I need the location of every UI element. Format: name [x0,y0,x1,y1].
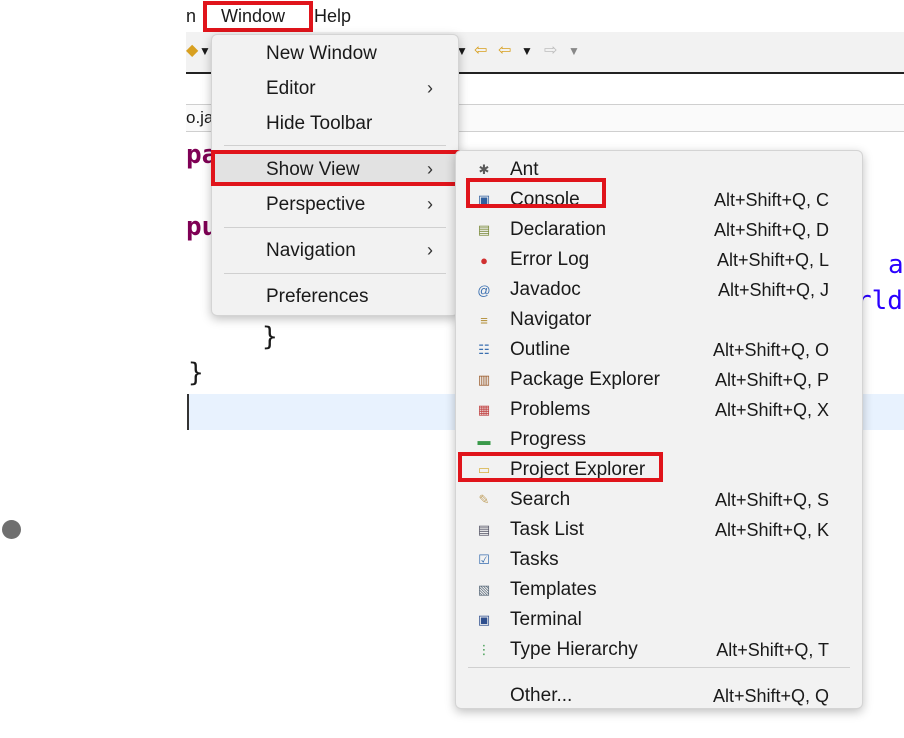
show-view-item[interactable]: ▤ Declaration Alt+Shift+Q, D [456,215,862,245]
show-view-item[interactable]: ▦ Problems Alt+Shift+Q, X [456,395,862,425]
menu-window-prev-partial[interactable]: n [186,6,196,27]
show-view-item-shortcut: Alt+Shift+Q, J [717,280,829,300]
show-view-item[interactable]: Other... Alt+Shift+Q, Q [456,681,862,711]
code-brace: } [188,358,204,388]
show-view-item[interactable]: ⋮ Type Hierarchy Alt+Shift+Q, T [456,635,862,665]
navigator-icon: ≡ [480,312,488,328]
type-hierarchy-icon: ⋮ [477,642,491,657]
show-view-item[interactable]: ▧ Templates [456,575,862,605]
show-view-item-label: Problems [510,399,591,420]
outline-icon: ☷ [478,342,490,357]
show-view-item-label: Package Explorer [510,369,660,390]
show-view-item-label: Declaration [510,219,607,240]
code-fragment: rld [856,286,903,316]
templates-icon: ▧ [477,582,491,597]
code-brace: } [262,322,278,352]
menu-separator [224,145,446,146]
back-icon[interactable]: ⇦ [498,40,511,60]
show-view-item[interactable]: ▥ Package Explorer Alt+Shift+Q, P [456,365,862,395]
menu-item-preferences[interactable]: Preferences [266,286,368,308]
show-view-item[interactable]: ☷ Outline Alt+Shift+Q, O [456,335,862,365]
show-view-item-label: Other... [510,685,573,706]
show-view-item-shortcut: Alt+Shift+Q, S [714,490,829,510]
text-caret [187,394,189,430]
chevron-right-icon: › [427,194,433,214]
forward-icon[interactable]: ⇨ [544,40,557,60]
show-view-item-shortcut: Alt+Shift+Q, D [713,220,829,240]
show-view-item-label: Terminal [510,609,582,630]
highlight-window-menu [203,1,313,32]
dropdown-arrow-icon[interactable]: ▼ [199,44,211,58]
show-view-item-shortcut: Alt+Shift+Q, O [712,340,829,360]
highlight-console [466,178,606,208]
show-view-item[interactable]: ✎ Search Alt+Shift+Q, S [456,485,862,515]
package-explorer-icon: ▥ [477,372,491,387]
show-view-item[interactable]: ▤ Task List Alt+Shift+Q, K [456,515,862,545]
problems-icon: ▦ [477,402,491,417]
show-view-item[interactable]: ▣ Terminal [456,605,862,635]
indicator-dot [2,520,21,539]
tasks-icon: ☑ [478,552,490,567]
show-view-item-shortcut: Alt+Shift+Q, L [716,250,829,270]
menu-item-perspective[interactable]: Perspective [266,194,365,216]
show-view-item-label: Templates [510,579,597,600]
terminal-icon: ▣ [477,612,491,627]
show-view-item-label: Tasks [510,549,559,570]
show-view-item[interactable]: ≡ Navigator [456,305,862,335]
show-view-item-shortcut: Alt+Shift+Q, T [716,640,829,660]
show-view-item-shortcut: Alt+Shift+Q, K [714,520,829,540]
menu-item-editor[interactable]: Editor [266,78,316,100]
menu-separator [224,273,446,274]
progress-icon: ▬ [477,432,491,448]
code-fragment: a [888,250,904,280]
show-view-item-shortcut: Alt+Shift+Q, C [713,190,829,210]
show-view-item[interactable]: @ Javadoc Alt+Shift+Q, J [456,275,862,305]
menu-separator [468,667,850,668]
menu-item-new-window[interactable]: New Window [266,43,377,65]
highlight-project-explorer [458,452,663,482]
show-view-submenu: ✱ Ant ▣ Console Alt+Shift+Q, C ▤ Declaration Al… [455,150,863,709]
declaration-icon: ▤ [477,222,491,237]
editor-tab[interactable]: o.ja [186,108,213,128]
ant-icon: ✱ [478,162,490,177]
new-icon[interactable]: ◆ [186,40,198,60]
show-view-item-label: Navigator [510,309,592,330]
show-view-item-label: Search [510,489,571,510]
show-view-item[interactable]: ▬ Progress [456,425,862,455]
menu-separator [224,227,446,228]
chevron-right-icon: › [427,240,433,260]
show-view-item-label: Progress [510,429,587,450]
chevron-right-icon: › [427,78,433,98]
last-edit-icon[interactable]: ⇦ [474,40,487,60]
menu-help[interactable]: Help [314,6,351,27]
show-view-item[interactable]: ● Error Log Alt+Shift+Q, L [456,245,862,275]
error-log-icon: ● [480,252,488,268]
show-view-item-shortcut: Alt+Shift+Q, P [714,370,829,390]
search-icon: ✎ [478,492,490,507]
show-view-item-shortcut: Alt+Shift+Q, X [714,400,829,420]
show-view-item-shortcut: Alt+Shift+Q, Q [712,686,829,706]
menu-item-navigation[interactable]: Navigation [266,240,356,262]
show-view-item[interactable]: ☑ Tasks [456,545,862,575]
show-view-item-label: Type Hierarchy [510,639,638,660]
highlight-show-view [211,150,460,186]
menu-item-hide-toolbar[interactable]: Hide Toolbar [266,113,372,135]
show-view-item-label: Javadoc [510,279,581,300]
show-view-item-label: Task List [510,519,584,540]
show-view-item-label: Outline [510,339,571,360]
javadoc-icon: @ [477,282,491,298]
forward-dropdown-icon[interactable]: ▼ [568,44,580,58]
task-list-icon: ▤ [477,522,491,537]
back-dropdown-icon[interactable]: ▼ [521,44,533,58]
show-view-item-label: Error Log [510,249,590,270]
